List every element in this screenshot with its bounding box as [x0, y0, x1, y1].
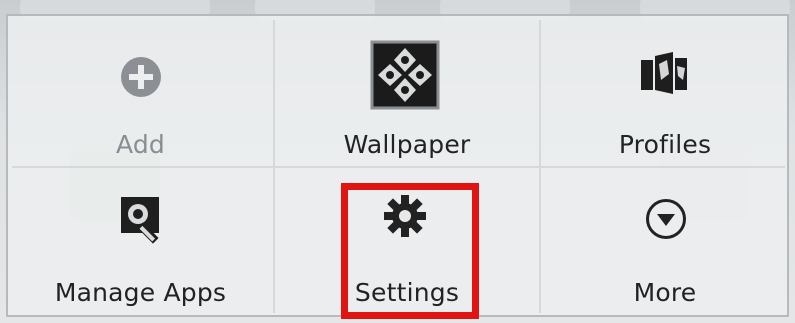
menu-item-add[interactable]: Add: [8, 16, 273, 166]
wallpaper-icon: [370, 40, 440, 110]
settings-highlight-box: [341, 183, 479, 319]
menu-item-label: Add: [115, 130, 165, 159]
add-circle-icon: [121, 57, 161, 97]
menu-item-profiles[interactable]: Profiles: [541, 16, 789, 166]
chevron-down-circle-icon: [646, 199, 686, 239]
manage-apps-icon: [121, 197, 159, 244]
menu-item-label: Profiles: [618, 130, 712, 159]
menu-item-label: Wallpaper: [343, 130, 471, 159]
profiles-icon: [641, 52, 687, 94]
menu-item-manage-apps[interactable]: Manage Apps: [8, 166, 273, 317]
menu-item-label: Manage Apps: [54, 278, 227, 307]
menu-item-more[interactable]: More: [541, 166, 789, 317]
menu-item-wallpaper[interactable]: Wallpaper: [273, 16, 541, 166]
menu-item-label: More: [633, 278, 697, 307]
